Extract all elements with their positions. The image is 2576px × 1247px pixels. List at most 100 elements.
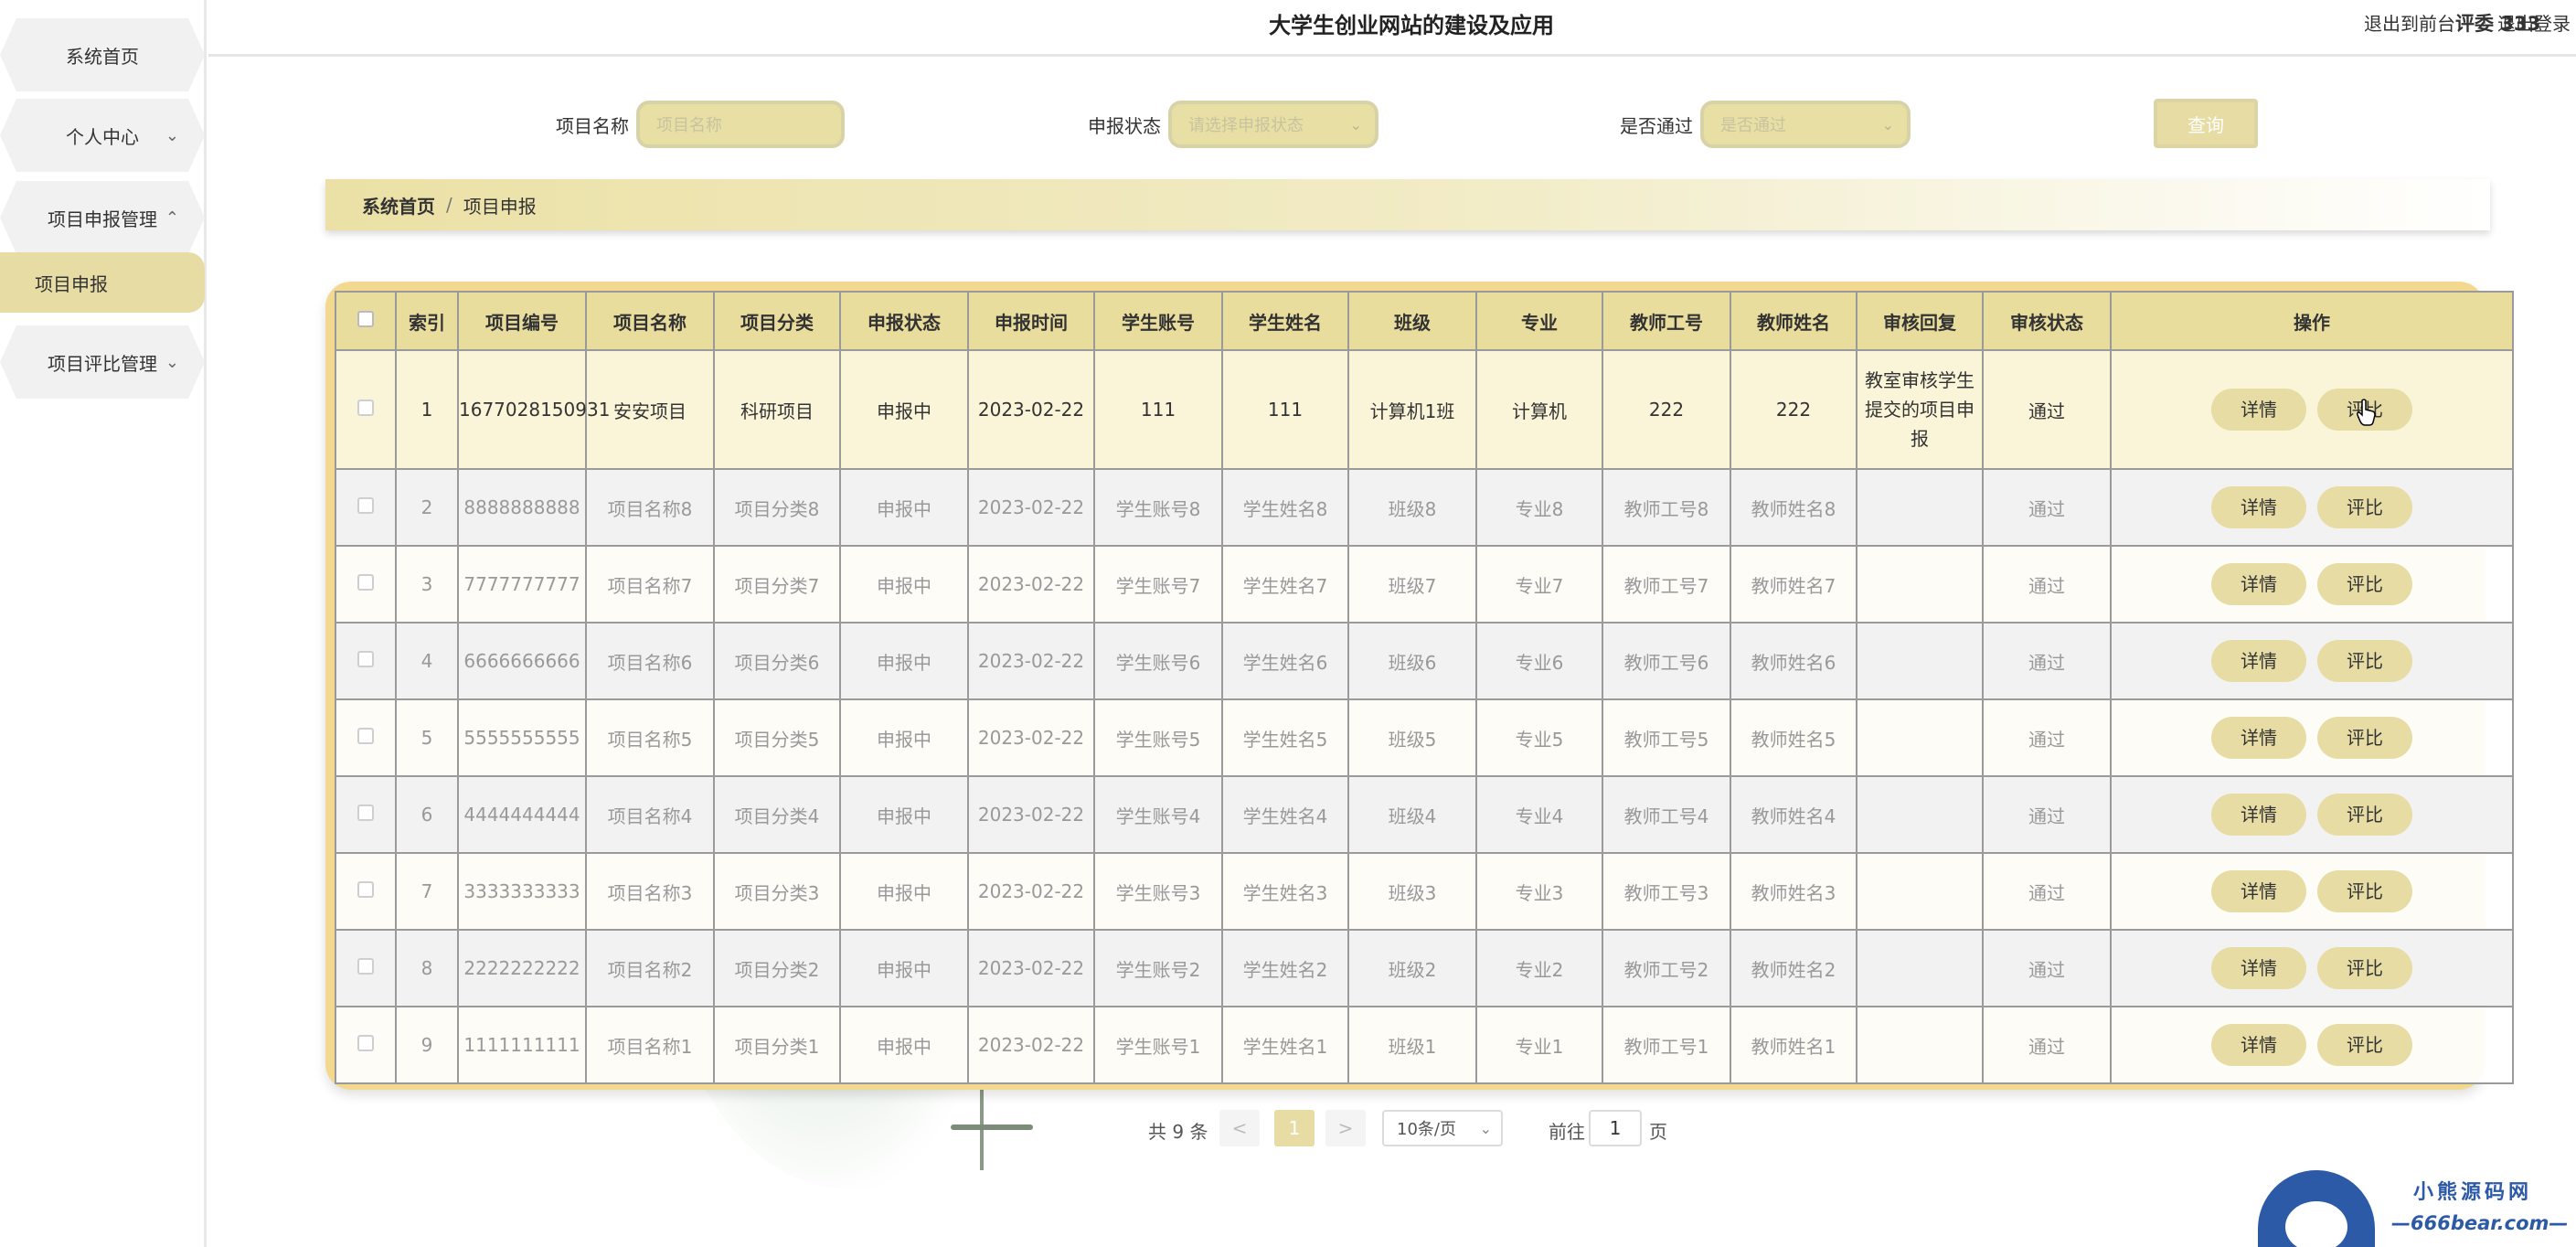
row-checkbox[interactable] bbox=[357, 958, 374, 975]
compare-button[interactable]: 评比 bbox=[2317, 1024, 2412, 1066]
table-cell-actions: 详情评比 bbox=[2110, 698, 2514, 777]
table-row: 8 2222222222 项目名称2 项目分类2 申报中 2023-02-22 学生账号2 学… bbox=[335, 929, 2514, 1007]
detail-button[interactable]: 详情 bbox=[2211, 1024, 2306, 1066]
detail-button[interactable]: 详情 bbox=[2211, 389, 2306, 431]
table-body: 1 1677028150931 安安项目 科研项目 申报中 2023-02-22 111 11… bbox=[335, 349, 2514, 1084]
table-cell-sacc: 学生账号5 bbox=[1093, 698, 1223, 777]
row-checkbox-cell[interactable] bbox=[335, 468, 397, 547]
pagination-prev-button[interactable]: < bbox=[1219, 1110, 1260, 1146]
table-cell-cls: 班级2 bbox=[1347, 929, 1477, 1007]
table-cell-idx: 9 bbox=[395, 1006, 459, 1084]
detail-button[interactable]: 详情 bbox=[2211, 486, 2306, 528]
sidebar-item-project-declare[interactable]: 项目申报 bbox=[0, 252, 205, 313]
breadcrumb-home[interactable]: 系统首页 bbox=[362, 192, 435, 218]
row-checkbox[interactable] bbox=[357, 881, 374, 898]
row-checkbox-cell[interactable] bbox=[335, 852, 397, 931]
row-checkbox[interactable] bbox=[357, 728, 374, 744]
goto-page-input[interactable]: 1 bbox=[1589, 1110, 1642, 1146]
project-table-container: 索引 项目编号 项目名称 项目分类 申报状态 申报时间 学生账号 学生姓名 班级… bbox=[325, 282, 2514, 1090]
row-checkbox-cell[interactable] bbox=[335, 1006, 397, 1084]
row-checkbox[interactable] bbox=[357, 497, 374, 514]
row-checkbox-cell[interactable] bbox=[335, 545, 397, 624]
compare-button[interactable]: 评比 bbox=[2317, 563, 2412, 605]
table-cell-code: 5555555555 bbox=[457, 698, 587, 777]
table-cell-status: 申报中 bbox=[839, 349, 969, 470]
chevron-down-icon: ⌄ bbox=[165, 352, 179, 372]
logo-url: —666bear.com— bbox=[2391, 1212, 2569, 1234]
table-cell-tno: 教师工号7 bbox=[1602, 545, 1731, 624]
page-size-select[interactable]: 10条/页 ⌄ bbox=[1382, 1110, 1503, 1146]
row-checkbox[interactable] bbox=[357, 651, 374, 667]
table-cell-reply: 教室审核学生提交的项目申报 bbox=[1856, 349, 1984, 470]
app-root: 系统首页 个人中心 ⌄ 项目申报管理 ⌃ 项目申报 项目评比管理 ⌄ 大学生创业… bbox=[0, 0, 2576, 1247]
table-cell-cat: 项目分类1 bbox=[713, 1006, 841, 1084]
table-cell-name: 项目名称4 bbox=[585, 775, 715, 854]
detail-button[interactable]: 详情 bbox=[2211, 717, 2306, 759]
table-cell-code: 1677028150931 bbox=[457, 349, 610, 470]
detail-button[interactable]: 详情 bbox=[2211, 563, 2306, 605]
table-cell-reply bbox=[1856, 468, 1984, 547]
table-cell-date: 2023-02-22 bbox=[967, 468, 1095, 547]
table-cell-sacc: 学生账号3 bbox=[1093, 852, 1223, 931]
column-header: 学生账号 bbox=[1093, 291, 1223, 351]
table-cell-cat: 项目分类7 bbox=[713, 545, 841, 624]
row-checkbox-cell[interactable] bbox=[335, 775, 397, 854]
compare-button[interactable]: 评比 bbox=[2317, 870, 2412, 912]
row-checkbox[interactable] bbox=[357, 400, 374, 416]
compare-button[interactable]: 评比 bbox=[2317, 794, 2412, 836]
detail-button[interactable]: 详情 bbox=[2211, 947, 2306, 989]
select-all-checkbox-cell[interactable] bbox=[335, 291, 397, 351]
goto-prefix: 前往 bbox=[1549, 1121, 1585, 1143]
table-cell-major: 专业6 bbox=[1475, 622, 1603, 700]
project-name-input[interactable]: 项目名称 bbox=[636, 101, 845, 148]
row-checkbox[interactable] bbox=[357, 805, 374, 821]
table-cell-date: 2023-02-22 bbox=[967, 698, 1095, 777]
breadcrumb-current: 项目申报 bbox=[463, 195, 537, 218]
table-cell-cat: 科研项目 bbox=[713, 349, 841, 470]
table-cell-audit: 通过 bbox=[1982, 622, 2112, 700]
compare-button[interactable]: 评比 bbox=[2317, 717, 2412, 759]
table-cell-major: 专业4 bbox=[1475, 775, 1603, 854]
sidebar-item-project-declare-mgmt[interactable]: 项目申报管理 ⌃ bbox=[0, 181, 205, 254]
logout-link[interactable]: 退出登录 bbox=[2497, 9, 2571, 36]
table-cell-sname: 学生姓名6 bbox=[1221, 622, 1349, 700]
pagination-page-button[interactable]: 1 bbox=[1274, 1110, 1315, 1146]
sidebar-item-home[interactable]: 系统首页 bbox=[0, 18, 205, 91]
table-cell-status: 申报中 bbox=[839, 775, 969, 854]
boat-decoration bbox=[951, 1124, 1033, 1130]
back-to-front-link[interactable]: 退出到前台 bbox=[2364, 9, 2455, 36]
row-checkbox-cell[interactable] bbox=[335, 349, 397, 470]
select-all-checkbox[interactable] bbox=[357, 311, 374, 327]
row-checkbox[interactable] bbox=[357, 574, 374, 591]
table-cell-code: 6666666666 bbox=[457, 622, 587, 700]
table-cell-name: 项目名称5 bbox=[585, 698, 715, 777]
pagination-next-button[interactable]: > bbox=[1325, 1110, 1366, 1146]
table-cell-actions: 详情评比 bbox=[2110, 622, 2514, 700]
declare-status-select[interactable]: 请选择申报状态 ⌄ bbox=[1168, 101, 1378, 148]
table-cell-cat: 项目分类3 bbox=[713, 852, 841, 931]
detail-button[interactable]: 详情 bbox=[2211, 640, 2306, 682]
table-cell-sacc: 111 bbox=[1093, 349, 1223, 470]
table-cell-sacc: 学生账号7 bbox=[1093, 545, 1223, 624]
table-cell-idx: 2 bbox=[395, 468, 459, 547]
pass-status-select[interactable]: 是否通过 ⌄ bbox=[1700, 101, 1911, 148]
sidebar-item-personal-center[interactable]: 个人中心 ⌄ bbox=[0, 99, 205, 172]
table-cell-name: 项目名称7 bbox=[585, 545, 715, 624]
compare-button[interactable]: 评比 bbox=[2317, 947, 2412, 989]
compare-button[interactable]: 评比 bbox=[2317, 640, 2412, 682]
table-cell-actions: 详情评比 bbox=[2110, 775, 2514, 854]
row-checkbox-cell[interactable] bbox=[335, 622, 397, 700]
table-cell-name: 项目名称8 bbox=[585, 468, 715, 547]
query-button[interactable]: 查询 bbox=[2154, 99, 2258, 148]
row-checkbox-cell[interactable] bbox=[335, 698, 397, 777]
table-cell-major: 专业7 bbox=[1475, 545, 1603, 624]
detail-button[interactable]: 详情 bbox=[2211, 794, 2306, 836]
table-cell-sacc: 学生账号6 bbox=[1093, 622, 1223, 700]
compare-button[interactable]: 评比 bbox=[2317, 486, 2412, 528]
table-row: 4 6666666666 项目名称6 项目分类6 申报中 2023-02-22 学生账号6 学… bbox=[335, 622, 2514, 700]
sidebar-item-project-compare-mgmt[interactable]: 项目评比管理 ⌄ bbox=[0, 325, 205, 399]
table-cell-reply bbox=[1856, 1006, 1984, 1084]
row-checkbox-cell[interactable] bbox=[335, 929, 397, 1007]
detail-button[interactable]: 详情 bbox=[2211, 870, 2306, 912]
row-checkbox[interactable] bbox=[357, 1035, 374, 1051]
